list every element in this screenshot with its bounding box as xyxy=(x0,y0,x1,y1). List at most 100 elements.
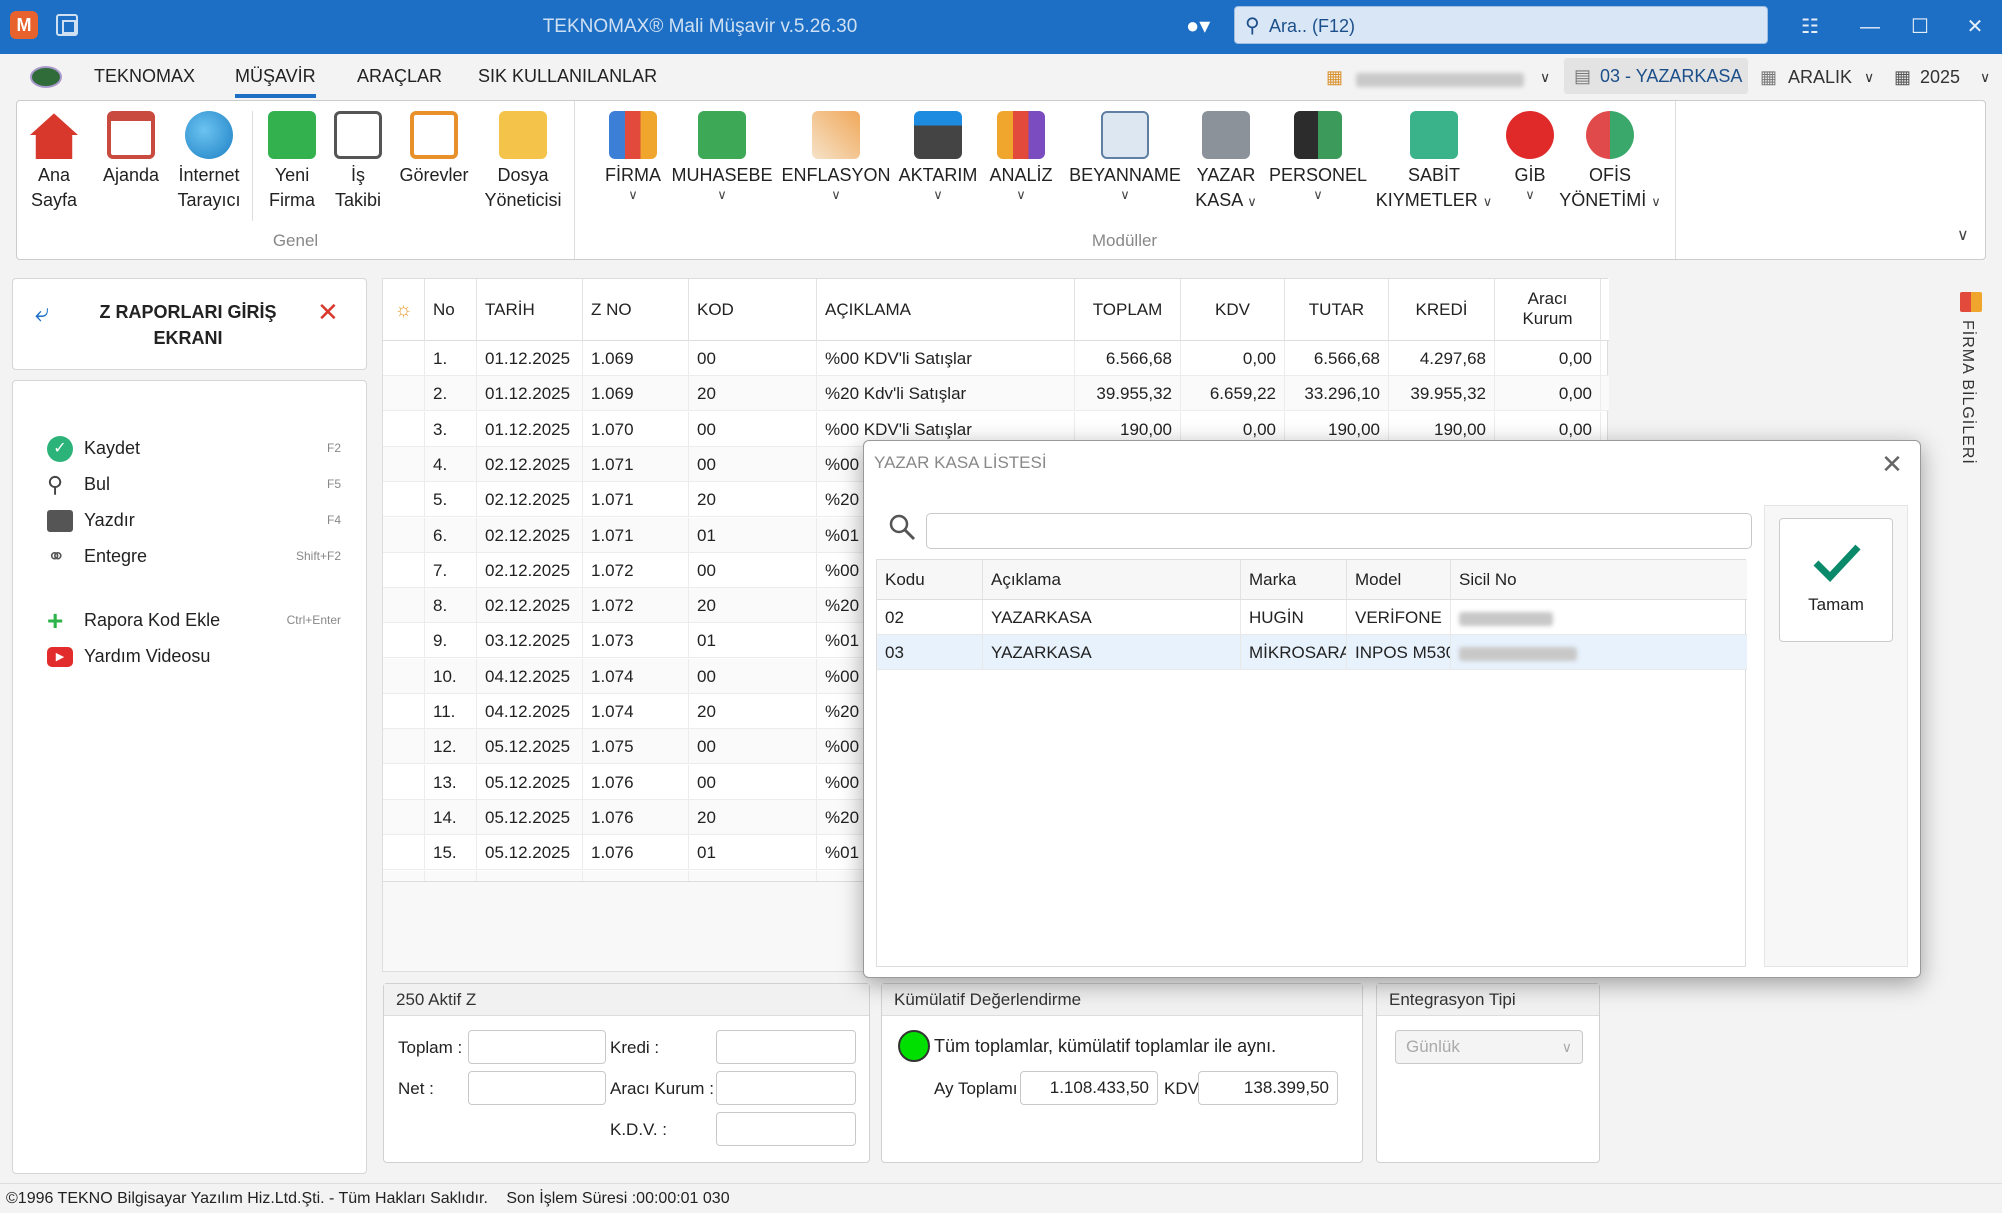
row-selector[interactable] xyxy=(383,552,425,588)
ribbon-yeni-firma[interactable]: Yeni Firma xyxy=(263,101,321,213)
year-selector[interactable]: 2025 xyxy=(1920,60,1960,94)
ribbon-dosya-yoneticisi[interactable]: Dosya Yöneticisi xyxy=(479,101,567,213)
ribbon-separator xyxy=(252,111,253,221)
cell-zno: 1.076 xyxy=(583,764,689,800)
ribbon: Ana Sayfa Ajanda İnternet Tarayıcı Yeni … xyxy=(16,100,1986,260)
row-selector[interactable] xyxy=(383,446,425,482)
row-selector[interactable] xyxy=(383,870,425,881)
yazarkasa-selector[interactable]: ▤ 03 - YAZARKASA xyxy=(1564,58,1748,94)
cell-kod: 01 xyxy=(689,835,817,871)
col-kod[interactable]: KOD xyxy=(689,279,817,341)
help-icon[interactable]: ☷ xyxy=(1780,0,1840,54)
close-button[interactable]: ✕ xyxy=(1945,0,2002,54)
ribbon-ajanda[interactable]: Ajanda xyxy=(95,101,167,188)
col-tutar[interactable]: TUTAR xyxy=(1285,279,1389,341)
ribbon-analiz[interactable]: ANALİZ ∨ xyxy=(971,101,1071,202)
user-icon[interactable]: ●▾ xyxy=(1186,12,1220,40)
ribbon-sabit-kiymetler[interactable]: SABİT KIYMETLER ∨ xyxy=(1357,101,1511,213)
menu-teknomax[interactable]: TEKNOMAX xyxy=(94,54,195,98)
ay-toplami-field[interactable]: 1.108.433,50 xyxy=(1020,1071,1158,1105)
layout-icon[interactable] xyxy=(56,14,78,36)
row-selector[interactable] xyxy=(383,376,425,412)
action-bul[interactable]: ⚲ Bul F5 xyxy=(47,467,341,501)
net-field[interactable] xyxy=(468,1071,606,1105)
ribbon-internet-tarayici[interactable]: İnternet Tarayıcı xyxy=(169,101,249,213)
row-selector[interactable] xyxy=(383,835,425,871)
col-zno[interactable]: Z NO xyxy=(583,279,689,341)
row-selector[interactable] xyxy=(383,623,425,659)
row-selector[interactable] xyxy=(383,729,425,765)
row-selector[interactable] xyxy=(383,799,425,835)
col-araci-kurum[interactable]: Aracı Kurum xyxy=(1495,279,1601,341)
action-yardim-videosu[interactable]: ▶ Yardım Videosu xyxy=(47,639,341,673)
col-marka[interactable]: Marka xyxy=(1241,560,1347,600)
table-row[interactable]: 02 YAZARKASA HUGİN VERİFONE xyxy=(877,600,1747,635)
firma-bilgileri-tab[interactable]: FİRMA BİLGİLERİ xyxy=(1956,290,1986,490)
cell-no: 14. xyxy=(425,799,477,835)
maximize-button[interactable]: ☐ xyxy=(1890,0,1950,54)
kredi-field[interactable] xyxy=(716,1030,856,1064)
folder-icon xyxy=(499,111,547,159)
col-kodu[interactable]: Kodu xyxy=(877,560,983,600)
month-chevron-icon[interactable]: ∨ xyxy=(1864,60,1874,94)
close-icon[interactable]: ✕ xyxy=(317,297,339,328)
row-selector[interactable] xyxy=(383,482,425,518)
action-entegre[interactable]: ⚭ Entegre Shift+F2 xyxy=(47,539,341,573)
row-selector[interactable] xyxy=(383,588,425,624)
row-selector[interactable] xyxy=(383,411,425,447)
table-row-selected[interactable]: 03 YAZARKASA MİKROSARAY INPOS M530 xyxy=(877,635,1747,670)
ribbon-beyanname[interactable]: BEYANNAME ∨ xyxy=(1057,101,1193,202)
kdv-field[interactable] xyxy=(716,1112,856,1146)
company-name-blurred[interactable] xyxy=(1356,73,1524,87)
toplam-field[interactable] xyxy=(468,1030,606,1064)
year-chevron-icon[interactable]: ∨ xyxy=(1980,60,1990,94)
ribbon-label: Ana Sayfa xyxy=(30,165,78,210)
ribbon-collapse-icon[interactable]: ∨ xyxy=(1957,225,1969,245)
col-kdv[interactable]: KDV xyxy=(1181,279,1285,341)
sicil-no-blurred xyxy=(1459,646,1577,661)
col-aciklama[interactable]: AÇIKLAMA xyxy=(817,279,1075,341)
dialog-close-icon[interactable]: ✕ xyxy=(1874,447,1910,481)
col-tarih[interactable]: TARİH xyxy=(477,279,583,341)
cell-tarih: 02.12.2025 xyxy=(477,517,583,553)
araci-kurum-field[interactable] xyxy=(716,1071,856,1105)
col-kredi[interactable]: KREDİ xyxy=(1389,279,1495,341)
ribbon-ana-sayfa[interactable]: Ana Sayfa xyxy=(25,101,83,213)
settings-sun-icon[interactable]: ☼ xyxy=(383,279,425,341)
tamam-button[interactable]: Tamam xyxy=(1779,518,1893,642)
action-rapora-kod-ekle[interactable]: + Rapora Kod Ekle Ctrl+Enter xyxy=(47,603,341,637)
kdv-total-field[interactable]: 138.399,50 xyxy=(1198,1071,1338,1105)
global-search-input[interactable]: ⚲ Ara.. (F12) xyxy=(1234,6,1768,44)
col-no[interactable]: No xyxy=(425,279,477,341)
app-logo-icon[interactable]: M xyxy=(10,11,38,39)
row-selector[interactable] xyxy=(383,694,425,729)
back-arrow-icon[interactable]: ⤶ xyxy=(35,297,50,329)
ribbon-is-takibi[interactable]: İş Takibi xyxy=(329,101,387,213)
col-aciklama[interactable]: Açıklama xyxy=(983,560,1241,600)
action-label: Yazdır xyxy=(84,510,135,530)
dialog-search-input[interactable] xyxy=(926,513,1752,549)
row-selector[interactable] xyxy=(383,658,425,694)
month-selector[interactable]: ARALIK xyxy=(1788,60,1852,94)
menu-sik-kullanilanlar[interactable]: SIK KULLANILANLAR xyxy=(478,54,657,98)
ribbon-gorevler[interactable]: Görevler xyxy=(393,101,475,188)
status-bar: ©1996 TEKNO Bilgisayar Yazılım Hiz.Ltd.Ş… xyxy=(0,1183,2002,1213)
col-toplam[interactable]: TOPLAM xyxy=(1075,279,1181,341)
row-selector[interactable] xyxy=(383,341,425,376)
table-row[interactable]: 2. 01.12.2025 1.069 20 %20 Kdv'li Satışlar 39… xyxy=(383,376,1609,412)
menu-musavir[interactable]: MÜŞAVİR xyxy=(235,54,316,98)
action-kaydet[interactable]: ✓ Kaydet F2 xyxy=(47,431,341,465)
personnel-icon xyxy=(1294,111,1342,159)
yazar-kasa-dialog: YAZAR KASA LİSTESİ ✕ Kodu Açıklama Marka… xyxy=(863,440,1921,978)
table-row[interactable]: 1. 01.12.2025 1.069 00 %00 KDV'li Satışlar 6.… xyxy=(383,341,1609,376)
row-selector[interactable] xyxy=(383,517,425,553)
col-model[interactable]: Model xyxy=(1347,560,1451,600)
row-selector[interactable] xyxy=(383,764,425,800)
ribbon-label: SABİT KIYMETLER ∨ xyxy=(1357,163,1511,213)
entegrasyon-select[interactable]: Günlük ∨ xyxy=(1395,1030,1583,1064)
action-yazdir[interactable]: Yazdır F4 xyxy=(47,503,341,537)
ribbon-ofis-yonetimi[interactable]: OFİS YÖNETİMİ ∨ xyxy=(1547,101,1673,213)
col-sicil-no[interactable]: Sicil No xyxy=(1451,560,1747,600)
menu-araclar[interactable]: ARAÇLAR xyxy=(357,54,442,98)
chevron-down-icon[interactable]: ∨ xyxy=(1540,60,1550,94)
